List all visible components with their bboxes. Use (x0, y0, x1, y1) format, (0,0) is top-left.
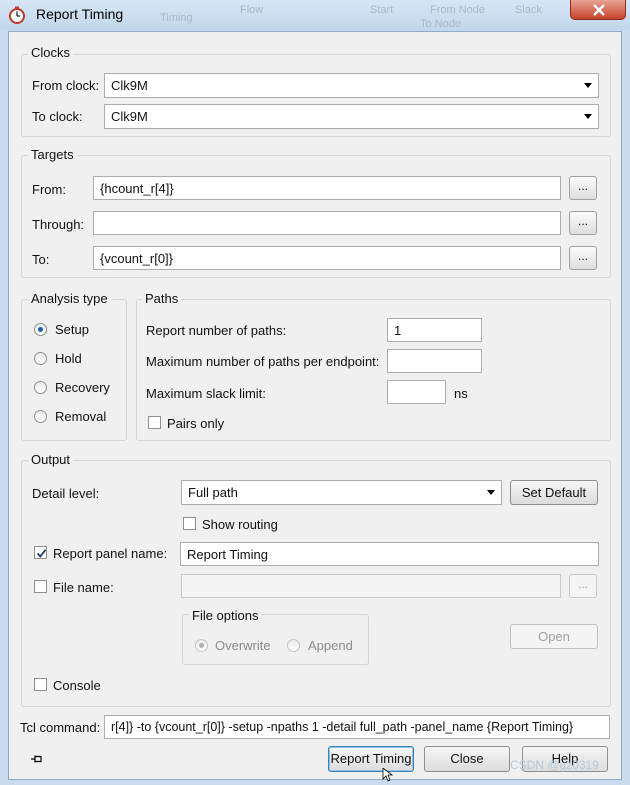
from-label: From: (32, 182, 66, 197)
report-panel-input[interactable]: Report Timing (180, 542, 599, 566)
slack-unit-label: ns (454, 386, 468, 401)
show-routing-checkbox[interactable] (183, 517, 196, 530)
chevron-down-icon (584, 114, 592, 119)
file-name-input[interactable] (181, 574, 561, 598)
removal-radio[interactable] (34, 410, 47, 423)
window-close-button[interactable] (570, 0, 626, 20)
console-checkbox[interactable] (34, 678, 47, 691)
append-radio[interactable] (287, 639, 300, 652)
file-browse-button[interactable]: ... (569, 574, 597, 598)
to-clock-select[interactable]: Clk9M (104, 104, 599, 129)
num-paths-label: Report number of paths: (146, 323, 287, 338)
tcl-command-label: Tcl command: (20, 720, 101, 735)
removal-label: Removal (55, 409, 107, 424)
overwrite-radio[interactable] (195, 639, 208, 652)
from-clock-value: Clk9M (111, 78, 148, 93)
pairs-only-label: Pairs only (167, 416, 225, 431)
checkmark-icon (36, 549, 47, 558)
max-slack-label: Maximum slack limit: (146, 386, 266, 401)
close-icon (593, 4, 605, 16)
mouse-cursor-icon (382, 767, 394, 782)
recovery-radio[interactable] (34, 381, 47, 394)
background-text: Slack (515, 4, 542, 16)
chevron-down-icon (487, 490, 495, 495)
max-per-endpoint-input[interactable] (387, 349, 482, 373)
to-clock-label: To clock: (32, 109, 83, 124)
analysis-type-label: Analysis type (28, 291, 111, 306)
background-text: Start (370, 4, 394, 16)
output-group-label: Output (28, 452, 74, 467)
setup-radio[interactable] (34, 323, 47, 336)
report-timing-button[interactable]: Report Timing (328, 746, 414, 772)
pairs-only-checkbox[interactable] (148, 416, 161, 429)
detail-level-value: Full path (188, 485, 238, 500)
num-paths-input[interactable]: 1 (387, 318, 482, 342)
paths-group-label: Paths (142, 291, 182, 306)
setup-label: Setup (55, 322, 89, 337)
clocks-group-label: Clocks (28, 45, 74, 60)
background-text: Timing (160, 12, 193, 24)
file-name-label: File name: (53, 580, 114, 595)
hold-radio[interactable] (34, 352, 47, 365)
detail-level-label: Detail level: (32, 486, 100, 501)
open-button[interactable]: Open (510, 624, 598, 649)
to-clock-value: Clk9M (111, 109, 148, 124)
report-panel-checkbox[interactable] (34, 546, 47, 559)
report-panel-label: Report panel name: (53, 546, 168, 561)
to-input[interactable]: {vcount_r[0]} (93, 246, 561, 270)
set-default-button[interactable]: Set Default (510, 480, 598, 505)
background-text: Flow (240, 4, 264, 16)
file-options-label: File options (189, 608, 262, 623)
from-browse-button[interactable]: ... (569, 176, 597, 200)
from-input[interactable]: {hcount_r[4]} (93, 176, 561, 200)
chevron-down-icon (584, 83, 592, 88)
show-routing-label: Show routing (202, 517, 278, 532)
console-label: Console (53, 678, 101, 693)
recovery-label: Recovery (55, 380, 110, 395)
to-label: To: (32, 252, 50, 267)
through-input[interactable] (93, 211, 561, 235)
overwrite-label: Overwrite (215, 638, 271, 653)
tcl-command-input[interactable]: r[4]} -to {vcount_r[0]} -setup -npaths 1… (104, 715, 610, 739)
from-clock-label: From clock: (32, 78, 100, 93)
file-name-checkbox[interactable] (34, 580, 47, 593)
watermark: CSDN @gz0319 (510, 758, 599, 772)
clock-icon (8, 6, 26, 24)
pin-icon[interactable] (30, 753, 44, 765)
through-browse-button[interactable]: ... (569, 211, 597, 235)
detail-level-select[interactable]: Full path (181, 480, 502, 505)
close-button[interactable]: Close (424, 746, 510, 772)
through-label: Through: (32, 217, 85, 232)
to-browse-button[interactable]: ... (569, 246, 597, 270)
max-slack-input[interactable] (387, 380, 446, 404)
from-clock-select[interactable]: Clk9M (104, 73, 599, 98)
window-title: Report Timing (36, 6, 124, 22)
max-per-endpoint-label: Maximum number of paths per endpoint: (146, 354, 380, 369)
hold-label: Hold (55, 351, 82, 366)
append-label: Append (308, 638, 353, 653)
targets-group-label: Targets (28, 147, 77, 162)
